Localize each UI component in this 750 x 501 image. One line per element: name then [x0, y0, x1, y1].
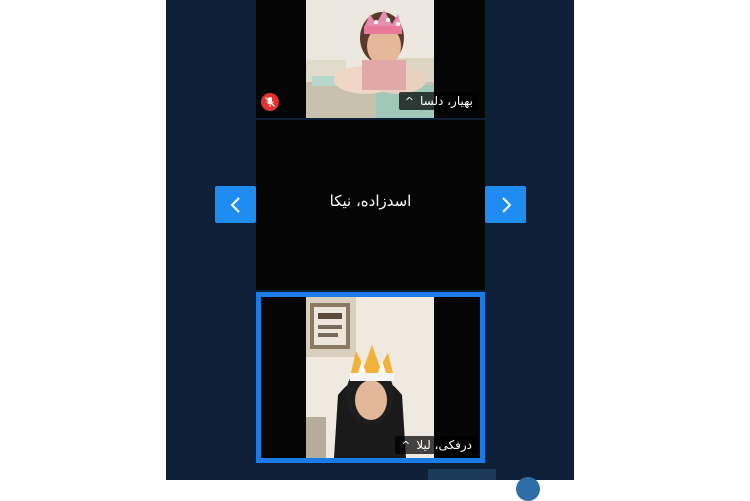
participant-tile-2[interactable]: اسدزاده، نیکا: [256, 120, 485, 290]
video-frame-image: [306, 297, 434, 458]
participant-name: بهیار، دلسا: [420, 94, 473, 108]
toolbar-circle-partial[interactable]: [516, 477, 540, 501]
participant-video: [306, 297, 434, 458]
chevron-left-icon: [230, 196, 240, 213]
next-page-button[interactable]: [485, 186, 526, 223]
participant-tile-1[interactable]: ^ بهیار، دلسا: [256, 0, 485, 118]
caret-up-icon: ^: [401, 438, 411, 452]
previous-page-button[interactable]: [215, 186, 256, 223]
mic-off-icon: [261, 93, 279, 111]
participant-name-label[interactable]: ^ درفکی، لیلا: [395, 436, 478, 454]
participant-name-center: اسدزاده، نیکا: [329, 192, 412, 210]
meeting-gallery: ^ بهیار، دلسا اسدزاده، نیکا ^ درفکی، لیل…: [166, 0, 574, 480]
caret-up-icon: ^: [404, 94, 414, 108]
participant-name: درفکی، لیلا: [416, 438, 472, 452]
participant-tile-3-active-speaker[interactable]: ^ درفکی، لیلا: [256, 292, 485, 463]
chevron-right-icon: [501, 196, 511, 213]
toolbar-button-partial[interactable]: [428, 469, 496, 480]
participant-name-label[interactable]: ^ بهیار، دلسا: [398, 92, 479, 110]
